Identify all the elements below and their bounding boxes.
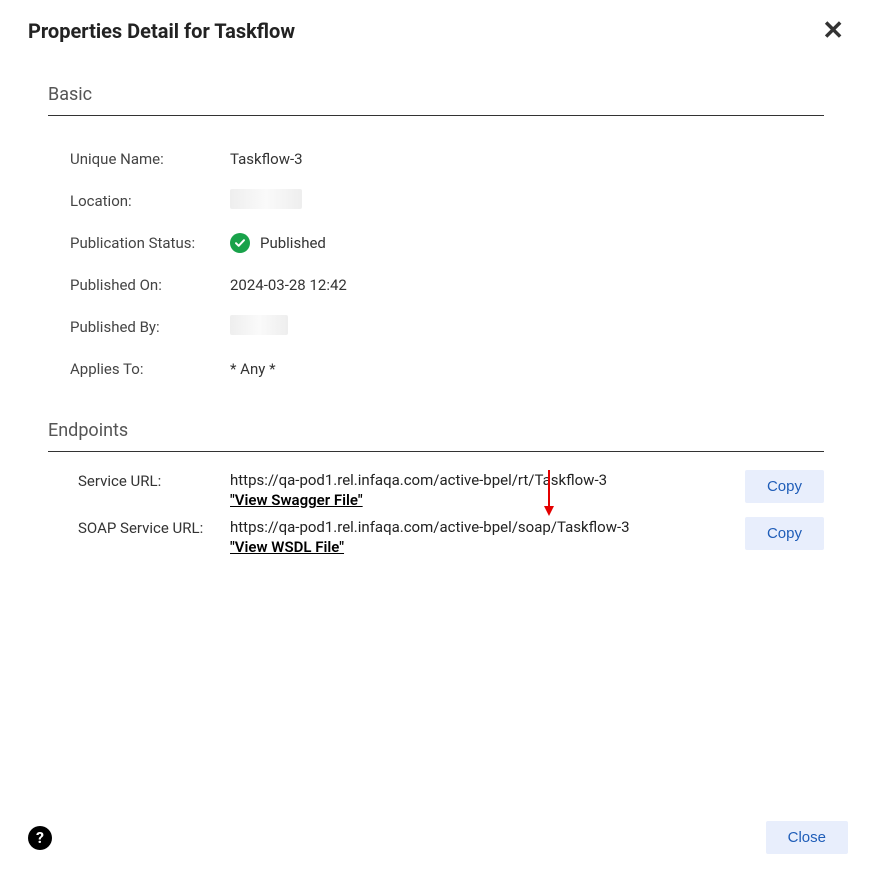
- published-text: Published: [260, 234, 326, 252]
- service-url-value: https://qa-pod1.rel.infaqa.com/active-bp…: [230, 470, 745, 511]
- soap-service-url-value: https://qa-pod1.rel.infaqa.com/active-bp…: [230, 517, 745, 558]
- location-value: [230, 189, 302, 213]
- help-icon[interactable]: ?: [28, 826, 52, 850]
- publication-status-label: Publication Status:: [70, 234, 230, 252]
- properties-dialog: Properties Detail for Taskflow ✕ Basic U…: [0, 0, 872, 872]
- dialog-content: Basic Unique Name: Taskflow-3 Location: …: [0, 54, 872, 557]
- copy-service-url-button[interactable]: Copy: [745, 470, 824, 503]
- basic-section: Unique Name: Taskflow-3 Location: Public…: [48, 116, 824, 420]
- basic-heading: Basic: [48, 84, 824, 116]
- applies-to-label: Applies To:: [70, 360, 230, 378]
- unique-name-label: Unique Name:: [70, 150, 230, 168]
- dialog-header: Properties Detail for Taskflow ✕: [0, 0, 872, 54]
- row-applies-to: Applies To: * Any *: [70, 348, 824, 390]
- view-wsdl-link[interactable]: "View WSDL File": [230, 538, 344, 556]
- published-by-label: Published By:: [70, 318, 230, 336]
- row-soap-service-url: SOAP Service URL: https://qa-pod1.rel.in…: [78, 517, 824, 558]
- publication-status-value: Published: [230, 233, 326, 253]
- row-service-url: Service URL: https://qa-pod1.rel.infaqa.…: [78, 470, 824, 511]
- location-label: Location:: [70, 192, 230, 210]
- close-icon[interactable]: ✕: [822, 18, 844, 44]
- check-circle-icon: [230, 233, 250, 253]
- dialog-title: Properties Detail for Taskflow: [28, 19, 295, 43]
- endpoints-section: Service URL: https://qa-pod1.rel.infaqa.…: [48, 452, 824, 557]
- redacted-block: [230, 315, 288, 335]
- row-publication-status: Publication Status: Published: [70, 222, 824, 264]
- endpoints-heading: Endpoints: [48, 420, 824, 452]
- row-published-by: Published By:: [70, 306, 824, 348]
- service-url-text: https://qa-pod1.rel.infaqa.com/active-bp…: [230, 471, 607, 489]
- view-swagger-link[interactable]: "View Swagger File": [230, 491, 363, 509]
- published-by-value: [230, 315, 288, 339]
- copy-soap-url-button[interactable]: Copy: [745, 517, 824, 550]
- applies-to-value: * Any *: [230, 360, 276, 378]
- close-button[interactable]: Close: [766, 821, 848, 854]
- redacted-block: [230, 189, 302, 209]
- soap-url-text: https://qa-pod1.rel.infaqa.com/active-bp…: [230, 518, 630, 536]
- published-on-label: Published On:: [70, 276, 230, 294]
- row-unique-name: Unique Name: Taskflow-3: [70, 138, 824, 180]
- row-location: Location:: [70, 180, 824, 222]
- service-url-label: Service URL:: [78, 470, 230, 490]
- published-on-value: 2024-03-28 12:42: [230, 276, 347, 294]
- dialog-footer: ? Close: [0, 821, 872, 854]
- unique-name-value: Taskflow-3: [230, 150, 303, 168]
- soap-service-url-label: SOAP Service URL:: [78, 517, 230, 537]
- row-published-on: Published On: 2024-03-28 12:42: [70, 264, 824, 306]
